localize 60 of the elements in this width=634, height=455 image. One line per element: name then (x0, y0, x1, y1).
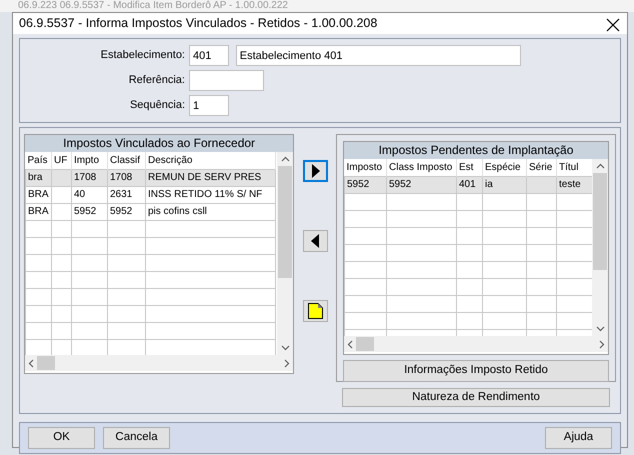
field-label: Sequência: (128, 98, 185, 114)
scroll-left-icon[interactable] (347, 340, 353, 348)
scroll-thumb[interactable] (278, 166, 292, 278)
input-field[interactable]: 1 (189, 95, 229, 116)
table-cell: 1708 (72, 169, 108, 186)
scroll-up-icon[interactable] (280, 156, 290, 162)
right-triangle-icon (310, 164, 320, 178)
table-row[interactable]: BRA 5952 5952 pis cofins csll (26, 203, 276, 220)
scroll-right-icon[interactable] (284, 358, 290, 368)
table-cell: bra (26, 169, 52, 186)
table-cell: INSS RETIDO 11% S/ NF (146, 186, 276, 203)
table-cell: BRA (26, 186, 52, 203)
input-field[interactable] (189, 70, 264, 91)
document-icon (308, 303, 323, 319)
table-cell: ia (482, 176, 526, 193)
scroll-thumb[interactable] (356, 337, 374, 351)
scroll-down-icon[interactable] (596, 326, 604, 332)
table-cell: BRA (26, 203, 52, 220)
scroll-down-icon[interactable] (280, 345, 290, 351)
new-document-button[interactable] (302, 300, 328, 322)
table-cell: 1708 (108, 169, 146, 186)
table-cell: 5952 (72, 203, 108, 220)
horizontal-scrollbar[interactable] (25, 355, 294, 371)
dialog-button[interactable]: OK (28, 427, 95, 449)
field-label: Estabelecimento: (100, 48, 185, 64)
table-cell: 40 (72, 186, 108, 203)
scroll-left-icon[interactable] (28, 358, 34, 368)
dialog-button[interactable]: Ajuda (545, 427, 612, 449)
background-window-title: 06.9.223 06.9.5537 - Modifica Item Borderô AP - 1.00.00.222 (0, 0, 634, 12)
retained-tax-info-button[interactable]: Informações Imposto Retido (343, 360, 609, 382)
vertical-scrollbar[interactable] (277, 152, 294, 355)
right-arrow-button[interactable] (302, 160, 328, 182)
close-icon[interactable] (605, 16, 621, 32)
scroll-thumb[interactable] (36, 356, 55, 370)
table-cell: 5952 (344, 176, 386, 193)
table-title: Impostos Pendentes de Implantação (344, 142, 608, 159)
table-title: Impostos Vinculados ao Fornecedor (25, 135, 294, 152)
scroll-thumb[interactable] (593, 173, 607, 270)
field-label: Referência: (128, 73, 185, 88)
scroll-up-icon[interactable] (596, 163, 604, 169)
input-field[interactable]: 401 (189, 45, 229, 66)
table-row[interactable]: bra 1708 1708 REMUN DE SERV PRES (26, 169, 276, 186)
table-cell: teste (556, 176, 592, 193)
income-nature-button[interactable]: Natureza de Rendimento (342, 388, 610, 408)
table-cell: pis cofins csll (146, 203, 276, 220)
vertical-scrollbar[interactable] (592, 159, 608, 336)
input-field[interactable]: Estabelecimento 401 (236, 45, 521, 66)
table-cell: 5952 (386, 176, 456, 193)
table-cell: 5952 (108, 203, 146, 220)
dialog-button[interactable]: Cancela (103, 427, 170, 449)
horizontal-scrollbar[interactable] (344, 336, 608, 352)
scroll-right-icon[interactable] (599, 340, 605, 348)
left-triangle-icon (310, 234, 320, 248)
window-title: 06.9.5537 - Informa Impostos Vinculados - Retidos - 1.00.00.208 (19, 15, 378, 32)
table-row[interactable]: 5952 5952 401 ia teste (344, 176, 592, 193)
table-cell: REMUN DE SERV PRES (146, 169, 276, 186)
table-cell: 2631 (108, 186, 146, 203)
left-arrow-button[interactable] (302, 230, 328, 252)
table-cell: 401 (456, 176, 482, 193)
table-row[interactable]: BRA 40 2631 INSS RETIDO 11% S/ NF (26, 186, 276, 203)
